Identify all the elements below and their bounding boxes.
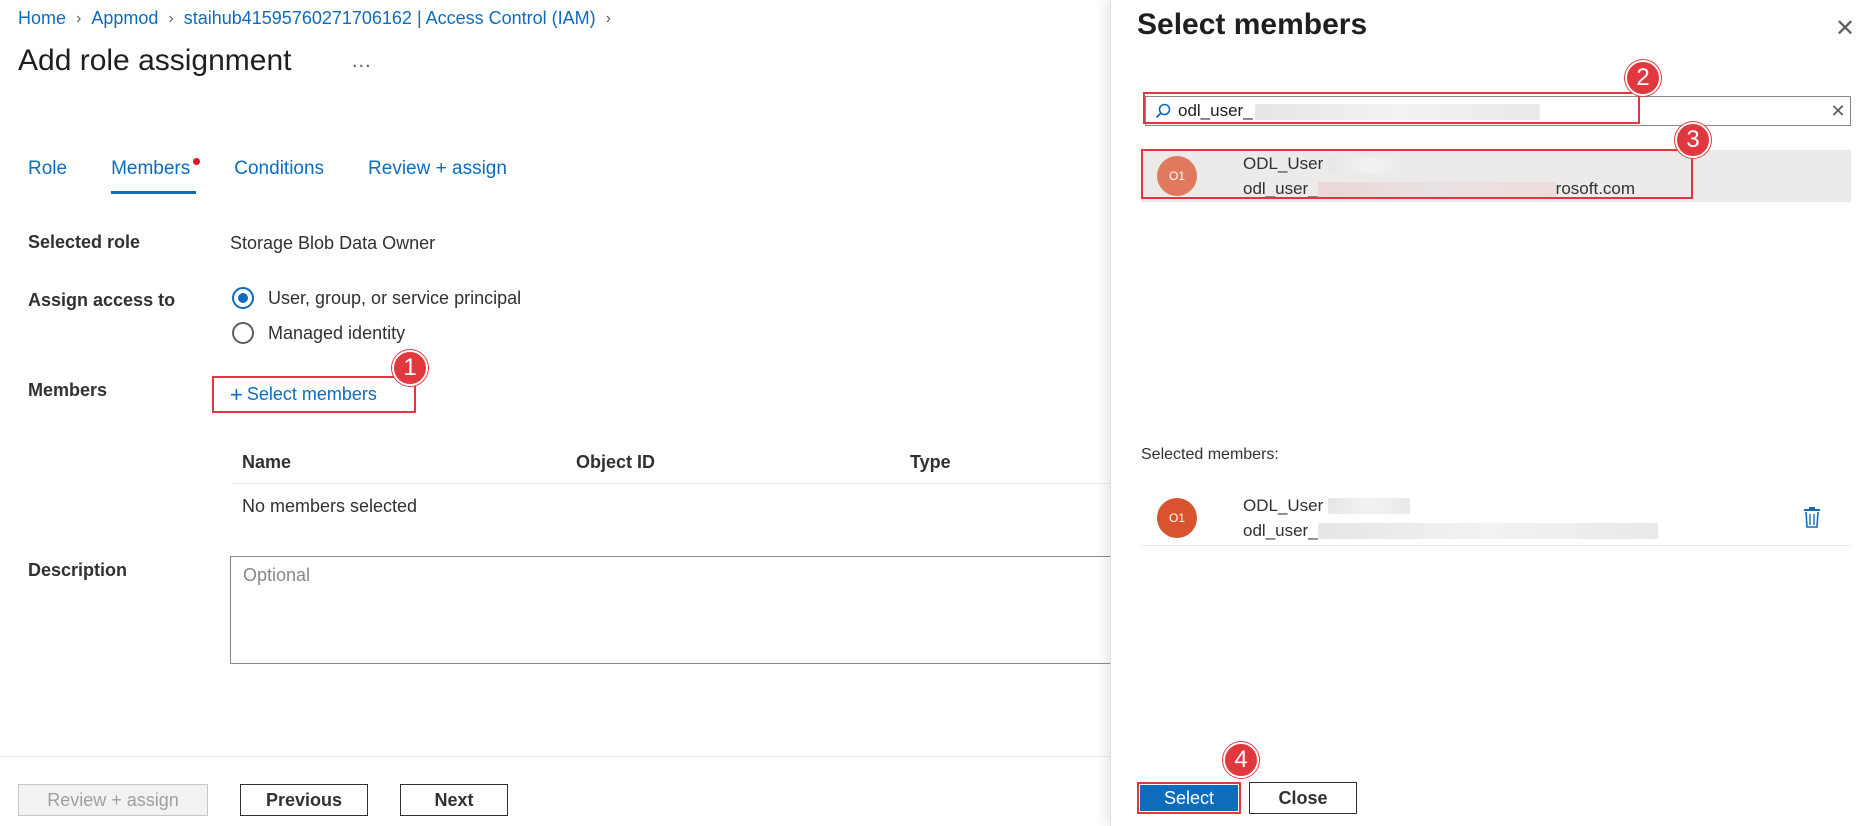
- breadcrumb-appmod[interactable]: Appmod: [91, 8, 158, 29]
- trash-icon[interactable]: [1803, 506, 1821, 533]
- radio-checked-icon[interactable]: [232, 287, 254, 309]
- breadcrumb-home[interactable]: Home: [18, 8, 66, 29]
- tab-label: Review + assign: [368, 158, 507, 179]
- selected-member-name: ODL_User: [1243, 495, 1324, 515]
- select-members-link[interactable]: + Select members: [212, 376, 416, 413]
- page-title: Add role assignment: [18, 44, 292, 77]
- annotation-badge-3: 3: [1675, 122, 1711, 158]
- next-button[interactable]: Next: [400, 784, 508, 816]
- radio-label: User, group, or service principal: [268, 287, 522, 308]
- breadcrumb-iam[interactable]: staihub41595760271706162 | Access Contro…: [184, 8, 596, 29]
- review-assign-button[interactable]: Review + assign: [18, 784, 208, 816]
- previous-button[interactable]: Previous: [240, 784, 368, 816]
- tab-role[interactable]: Role: [28, 158, 67, 194]
- radio-label: Managed identity: [268, 322, 406, 343]
- selected-member-text: ODL_User odl_user_: [1243, 493, 1658, 543]
- description-placeholder: Optional: [243, 565, 311, 585]
- column-header-name: Name: [242, 452, 292, 472]
- select-button[interactable]: Select: [1137, 782, 1241, 814]
- select-members-text: Select members: [246, 384, 377, 404]
- radio-managed-identity[interactable]: Managed identity: [232, 322, 405, 344]
- required-dot-icon: [193, 158, 201, 165]
- clear-search-icon[interactable]: ✕: [1826, 101, 1850, 122]
- members-table: Name Object ID Type No members selected: [232, 440, 1110, 529]
- radio-unchecked-icon[interactable]: [232, 322, 254, 344]
- tab-members[interactable]: Members: [111, 158, 201, 194]
- tab-bar: Role Members Conditions Review + assign: [28, 158, 551, 194]
- main-page: Home › Appmod › staihub41595760271706162…: [0, 0, 1110, 826]
- redacted-text: [1328, 498, 1411, 515]
- redacted-text: [1317, 523, 1658, 540]
- selected-member-email-start: odl_user_: [1243, 520, 1318, 540]
- panel-title: Select members: [1137, 8, 1368, 41]
- plus-icon: +: [230, 381, 243, 407]
- selected-members-label: Selected members:: [1141, 446, 1279, 463]
- selected-member-item: O1 ODL_User odl_user_: [1141, 490, 1851, 546]
- tab-conditions[interactable]: Conditions: [234, 158, 324, 194]
- table-empty-message: No members selected: [242, 496, 418, 516]
- close-button[interactable]: Close: [1249, 782, 1357, 814]
- chevron-right-icon: ›: [76, 9, 82, 27]
- tab-review-assign[interactable]: Review + assign: [368, 158, 507, 194]
- description-label: Description: [28, 560, 128, 580]
- annotation-badge-1: 1: [392, 350, 428, 386]
- description-textarea[interactable]: Optional: [230, 556, 1110, 664]
- close-icon[interactable]: ✕: [1834, 17, 1856, 41]
- annotation-highlight-search: [1143, 92, 1640, 124]
- tab-label: Role: [28, 158, 68, 179]
- selected-role-value: Storage Blob Data Owner: [230, 233, 436, 253]
- table-header: Name Object ID Type: [232, 440, 1110, 484]
- tab-label: Members: [111, 158, 191, 179]
- column-header-type: Type: [910, 452, 951, 472]
- annotation-highlight-result: [1141, 149, 1693, 199]
- avatar: O1: [1157, 497, 1197, 538]
- more-options-button[interactable]: ...: [352, 50, 372, 73]
- footer-divider: [0, 756, 1110, 757]
- radio-user-group[interactable]: User, group, or service principal: [232, 287, 521, 309]
- select-members-panel: Select members ✕ odl_user_ ✕ 2 O1 ODL_Us…: [1110, 0, 1862, 826]
- tab-label: Conditions: [234, 158, 325, 179]
- annotation-badge-4: 4: [1223, 742, 1259, 778]
- chevron-right-icon: ›: [168, 9, 174, 27]
- members-label: Members: [28, 380, 108, 400]
- chevron-right-icon: ›: [605, 9, 611, 27]
- breadcrumb: Home › Appmod › staihub41595760271706162…: [18, 8, 621, 29]
- selected-role-label: Selected role: [28, 232, 141, 252]
- column-header-object-id: Object ID: [576, 452, 656, 472]
- annotation-badge-2: 2: [1625, 60, 1661, 96]
- assign-access-label: Assign access to: [28, 290, 176, 310]
